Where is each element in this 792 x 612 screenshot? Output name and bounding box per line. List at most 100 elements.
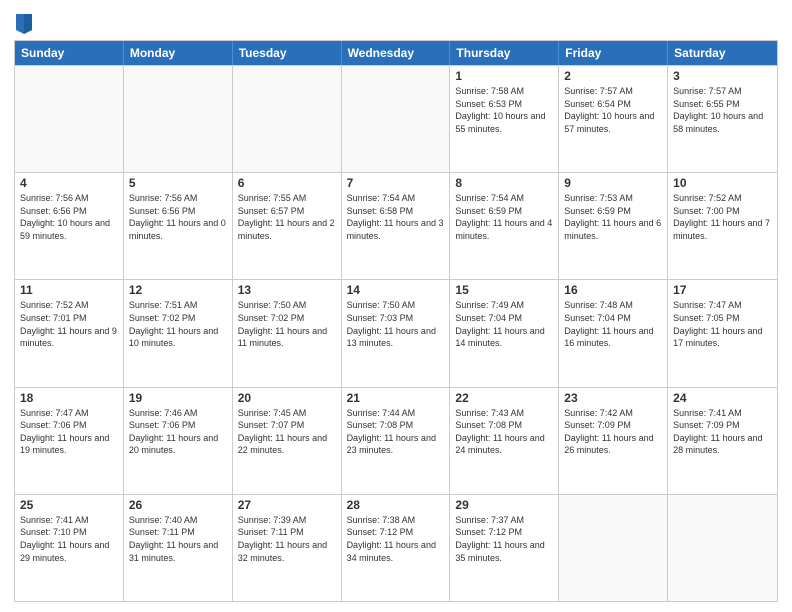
calendar-header-row: SundayMondayTuesdayWednesdayThursdayFrid… (15, 41, 777, 65)
calendar-cell: 27Sunrise: 7:39 AM Sunset: 7:11 PM Dayli… (233, 495, 342, 601)
calendar-cell: 7 Sunrise: 7:54 AM Sunset: 6:58 PM Daylig… (342, 173, 451, 279)
calendar-cell: 1Sunrise: 7:58 AM Sunset: 6:53 PM Daylig… (450, 66, 559, 172)
calendar-cell: 19Sunrise: 7:46 AM Sunset: 7:06 PM Dayli… (124, 388, 233, 494)
day-number: 3 (673, 69, 772, 83)
day-number: 29 (455, 498, 553, 512)
calendar-cell: 13 Sunrise: 7:50 AM Sunset: 7:02 PM Dayli… (233, 280, 342, 386)
calendar-cell: 25 Sunrise: 7:41 AM Sunset: 7:10 PM Dayli… (15, 495, 124, 601)
calendar-cell: 15 Sunrise: 7:49 AM Sunset: 7:04 PM Dayli… (450, 280, 559, 386)
day-number: 12 (129, 283, 227, 297)
calendar-header-cell: Monday (124, 41, 233, 65)
day-info: Sunrise: 7:54 AM Sunset: 6:59 PM Dayligh… (455, 192, 553, 242)
calendar-cell: 23 Sunrise: 7:42 AM Sunset: 7:09 PM Dayli… (559, 388, 668, 494)
day-info: Sunrise: 7:47 AM Sunset: 7:05 PM Dayligh… (673, 299, 772, 349)
calendar-cell (559, 495, 668, 601)
day-info: Sunrise: 7:58 AM Sunset: 6:53 PM Dayligh… (455, 85, 553, 135)
day-number: 16 (564, 283, 662, 297)
calendar-cell: 3 Sunrise: 7:57 AM Sunset: 6:55 PM Daylig… (668, 66, 777, 172)
calendar-cell (233, 66, 342, 172)
calendar-cell (15, 66, 124, 172)
calendar-cell: 22Sunrise: 7:43 AM Sunset: 7:08 PM Dayli… (450, 388, 559, 494)
calendar-header-cell: Tuesday (233, 41, 342, 65)
day-info: Sunrise: 7:53 AM Sunset: 6:59 PM Dayligh… (564, 192, 662, 242)
day-info: Sunrise: 7:45 AM Sunset: 7:07 PM Dayligh… (238, 407, 336, 457)
calendar-row: 18 Sunrise: 7:47 AM Sunset: 7:06 PM Dayli… (15, 387, 777, 494)
page: SundayMondayTuesdayWednesdayThursdayFrid… (0, 0, 792, 612)
calendar-cell: 18 Sunrise: 7:47 AM Sunset: 7:06 PM Dayli… (15, 388, 124, 494)
calendar-header-cell: Wednesday (342, 41, 451, 65)
calendar-cell: 12 Sunrise: 7:51 AM Sunset: 7:02 PM Dayli… (124, 280, 233, 386)
day-number: 28 (347, 498, 445, 512)
logo-icon (14, 10, 34, 34)
calendar-cell: 6 Sunrise: 7:55 AM Sunset: 6:57 PM Daylig… (233, 173, 342, 279)
calendar: SundayMondayTuesdayWednesdayThursdayFrid… (14, 40, 778, 602)
calendar-cell: 5 Sunrise: 7:56 AM Sunset: 6:56 PM Daylig… (124, 173, 233, 279)
day-number: 7 (347, 176, 445, 190)
day-info: Sunrise: 7:54 AM Sunset: 6:58 PM Dayligh… (347, 192, 445, 242)
day-info: Sunrise: 7:52 AM Sunset: 7:00 PM Dayligh… (673, 192, 772, 242)
day-info: Sunrise: 7:50 AM Sunset: 7:03 PM Dayligh… (347, 299, 445, 349)
calendar-cell: 24 Sunrise: 7:41 AM Sunset: 7:09 PM Dayli… (668, 388, 777, 494)
day-info: Sunrise: 7:50 AM Sunset: 7:02 PM Dayligh… (238, 299, 336, 349)
day-info: Sunrise: 7:56 AM Sunset: 6:56 PM Dayligh… (20, 192, 118, 242)
day-number: 21 (347, 391, 445, 405)
day-info: Sunrise: 7:52 AM Sunset: 7:01 PM Dayligh… (20, 299, 118, 349)
day-number: 8 (455, 176, 553, 190)
day-info: Sunrise: 7:57 AM Sunset: 6:55 PM Dayligh… (673, 85, 772, 135)
day-info: Sunrise: 7:42 AM Sunset: 7:09 PM Dayligh… (564, 407, 662, 457)
calendar-cell: 29 Sunrise: 7:37 AM Sunset: 7:12 PM Dayli… (450, 495, 559, 601)
day-info: Sunrise: 7:37 AM Sunset: 7:12 PM Dayligh… (455, 514, 553, 564)
day-info: Sunrise: 7:41 AM Sunset: 7:10 PM Dayligh… (20, 514, 118, 564)
calendar-cell: 9 Sunrise: 7:53 AM Sunset: 6:59 PM Daylig… (559, 173, 668, 279)
calendar-row: 1Sunrise: 7:58 AM Sunset: 6:53 PM Daylig… (15, 65, 777, 172)
day-number: 15 (455, 283, 553, 297)
calendar-cell: 17 Sunrise: 7:47 AM Sunset: 7:05 PM Dayli… (668, 280, 777, 386)
calendar-header-cell: Sunday (15, 41, 124, 65)
day-number: 18 (20, 391, 118, 405)
calendar-cell: 20 Sunrise: 7:45 AM Sunset: 7:07 PM Dayli… (233, 388, 342, 494)
calendar-cell: 28Sunrise: 7:38 AM Sunset: 7:12 PM Dayli… (342, 495, 451, 601)
day-number: 26 (129, 498, 227, 512)
day-number: 11 (20, 283, 118, 297)
day-info: Sunrise: 7:41 AM Sunset: 7:09 PM Dayligh… (673, 407, 772, 457)
calendar-cell: 4 Sunrise: 7:56 AM Sunset: 6:56 PM Daylig… (15, 173, 124, 279)
calendar-header-cell: Friday (559, 41, 668, 65)
calendar-row: 11 Sunrise: 7:52 AM Sunset: 7:01 PM Dayli… (15, 279, 777, 386)
day-number: 5 (129, 176, 227, 190)
day-number: 2 (564, 69, 662, 83)
calendar-row: 25 Sunrise: 7:41 AM Sunset: 7:10 PM Dayli… (15, 494, 777, 601)
calendar-cell: 8 Sunrise: 7:54 AM Sunset: 6:59 PM Daylig… (450, 173, 559, 279)
day-info: Sunrise: 7:40 AM Sunset: 7:11 PM Dayligh… (129, 514, 227, 564)
day-info: Sunrise: 7:47 AM Sunset: 7:06 PM Dayligh… (20, 407, 118, 457)
day-info: Sunrise: 7:56 AM Sunset: 6:56 PM Dayligh… (129, 192, 227, 242)
day-number: 9 (564, 176, 662, 190)
calendar-body: 1Sunrise: 7:58 AM Sunset: 6:53 PM Daylig… (15, 65, 777, 601)
day-number: 20 (238, 391, 336, 405)
day-info: Sunrise: 7:55 AM Sunset: 6:57 PM Dayligh… (238, 192, 336, 242)
calendar-cell (124, 66, 233, 172)
calendar-cell: 21 Sunrise: 7:44 AM Sunset: 7:08 PM Dayli… (342, 388, 451, 494)
day-number: 24 (673, 391, 772, 405)
day-number: 4 (20, 176, 118, 190)
day-info: Sunrise: 7:46 AM Sunset: 7:06 PM Dayligh… (129, 407, 227, 457)
calendar-cell (668, 495, 777, 601)
calendar-header-cell: Thursday (450, 41, 559, 65)
day-number: 10 (673, 176, 772, 190)
calendar-cell (342, 66, 451, 172)
day-number: 13 (238, 283, 336, 297)
day-number: 6 (238, 176, 336, 190)
day-number: 25 (20, 498, 118, 512)
day-info: Sunrise: 7:43 AM Sunset: 7:08 PM Dayligh… (455, 407, 553, 457)
calendar-row: 4 Sunrise: 7:56 AM Sunset: 6:56 PM Daylig… (15, 172, 777, 279)
day-info: Sunrise: 7:49 AM Sunset: 7:04 PM Dayligh… (455, 299, 553, 349)
day-info: Sunrise: 7:48 AM Sunset: 7:04 PM Dayligh… (564, 299, 662, 349)
day-info: Sunrise: 7:51 AM Sunset: 7:02 PM Dayligh… (129, 299, 227, 349)
day-info: Sunrise: 7:39 AM Sunset: 7:11 PM Dayligh… (238, 514, 336, 564)
calendar-cell: 2 Sunrise: 7:57 AM Sunset: 6:54 PM Daylig… (559, 66, 668, 172)
day-number: 17 (673, 283, 772, 297)
day-info: Sunrise: 7:57 AM Sunset: 6:54 PM Dayligh… (564, 85, 662, 135)
calendar-cell: 16 Sunrise: 7:48 AM Sunset: 7:04 PM Dayli… (559, 280, 668, 386)
day-number: 23 (564, 391, 662, 405)
day-info: Sunrise: 7:44 AM Sunset: 7:08 PM Dayligh… (347, 407, 445, 457)
calendar-cell: 14Sunrise: 7:50 AM Sunset: 7:03 PM Dayli… (342, 280, 451, 386)
